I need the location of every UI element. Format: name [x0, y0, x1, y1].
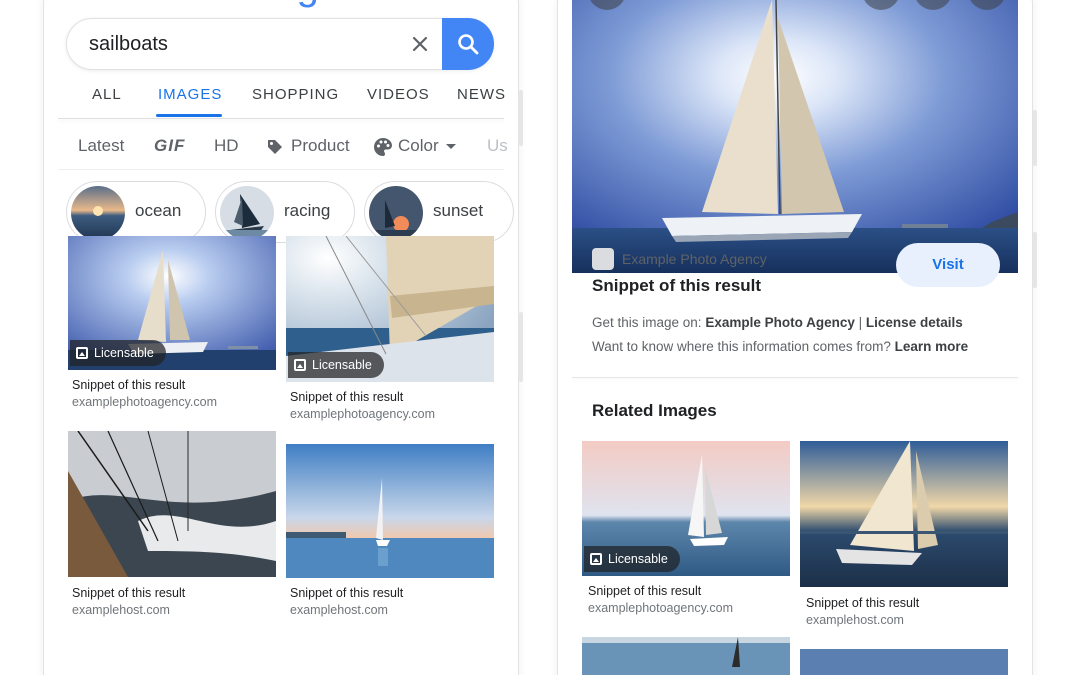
chip-label: racing: [284, 201, 331, 220]
result-site[interactable]: examplephotoagency.com: [290, 407, 435, 421]
result-snippet[interactable]: Snippet of this result: [592, 276, 761, 296]
related-image[interactable]: [582, 637, 790, 675]
screenshot-stage: Google sailboats ALL IMAGES SHOPPING: [0, 0, 1080, 675]
related-title[interactable]: Snippet of this result: [588, 584, 701, 598]
logo-letter: e: [326, 0, 347, 6]
right-phone: Example Photo Agency Snippet of this res…: [558, 0, 1032, 675]
tab-images[interactable]: IMAGES: [158, 86, 222, 103]
get-prefix: Get this image on:: [592, 315, 702, 330]
logo-letter: g: [297, 0, 319, 6]
chip-label: ocean: [135, 201, 182, 220]
badge-label: Licensable: [608, 552, 668, 566]
image-icon: [294, 359, 306, 371]
chevron-down-icon: [446, 144, 456, 149]
logo-letter: l: [318, 0, 327, 6]
search-icon: [458, 34, 479, 55]
related-site[interactable]: examplehost.com: [806, 613, 904, 627]
source-name[interactable]: Example Photo Agency: [622, 251, 767, 267]
google-logo[interactable]: Google: [224, 0, 347, 20]
chip-ocean[interactable]: ocean: [66, 181, 206, 243]
left-phone: Google sailboats ALL IMAGES SHOPPING: [44, 0, 518, 675]
related-image[interactable]: [800, 649, 1008, 675]
result-site[interactable]: examplehost.com: [72, 603, 170, 617]
chip-thumbnail: [71, 186, 125, 240]
tab-news[interactable]: NEWS: [457, 86, 506, 103]
filters-divider: [58, 169, 504, 170]
result-title[interactable]: Snippet of this result: [290, 390, 403, 404]
search-tabs: ALL IMAGES SHOPPING VIDEOS NEWS: [44, 80, 518, 120]
filter-color[interactable]: Color: [398, 136, 439, 156]
related-image[interactable]: [800, 441, 1008, 587]
result-image[interactable]: Licensable: [286, 236, 494, 382]
chip-thumbnail: [220, 186, 274, 240]
filter-bar: Latest GIF HD Product Color Us: [44, 132, 518, 162]
get-source-link[interactable]: Example Photo Agency: [705, 315, 855, 330]
tabs-divider: [58, 118, 504, 119]
logo-letter: o: [254, 0, 276, 6]
filter-usage[interactable]: Us: [487, 136, 508, 156]
badge-label: Licensable: [94, 346, 154, 360]
separator: |: [858, 315, 863, 330]
related-image[interactable]: Licensable: [582, 441, 790, 576]
filter-latest[interactable]: Latest: [78, 136, 124, 156]
search-box[interactable]: sailboats: [66, 18, 494, 70]
visit-button[interactable]: Visit: [896, 243, 1000, 287]
phone-side-button: [519, 90, 523, 146]
tab-all[interactable]: ALL: [92, 86, 122, 103]
license-details-link[interactable]: License details: [866, 315, 963, 330]
result-image[interactable]: Licensable: [68, 236, 276, 370]
chip-label: sunset: [433, 201, 484, 220]
related-heading: Related Images: [592, 401, 717, 420]
licensable-badge: Licensable: [70, 340, 166, 366]
phone-side-button: [519, 312, 523, 382]
result-image[interactable]: [286, 444, 494, 578]
result-image[interactable]: [68, 431, 276, 577]
filter-gif[interactable]: GIF: [154, 136, 185, 156]
image-icon: [76, 347, 88, 359]
badge-label: Licensable: [312, 358, 372, 372]
info-source-line: Want to know where this information come…: [592, 339, 968, 354]
result-title[interactable]: Snippet of this result: [72, 378, 185, 392]
active-tab-indicator: [156, 114, 222, 117]
result-title[interactable]: Snippet of this result: [72, 586, 185, 600]
result-site[interactable]: examplehost.com: [290, 603, 388, 617]
logo-letter: G: [224, 0, 255, 6]
palette-icon: [373, 137, 393, 162]
section-divider: [572, 377, 1018, 378]
phone-side-button: [1033, 110, 1037, 166]
logo-letter: o: [275, 0, 297, 6]
image-icon: [590, 553, 602, 565]
tag-icon: [266, 138, 284, 161]
phone-side-button: [1033, 232, 1037, 288]
related-title[interactable]: Snippet of this result: [806, 596, 919, 610]
result-title[interactable]: Snippet of this result: [290, 586, 403, 600]
chip-thumbnail: [369, 186, 423, 240]
licensable-badge: Licensable: [288, 352, 384, 378]
chip-sunset[interactable]: sunset: [364, 181, 514, 243]
chip-racing[interactable]: racing: [215, 181, 355, 243]
want-text: Want to know where this information come…: [592, 339, 891, 354]
result-site[interactable]: examplephotoagency.com: [72, 395, 217, 409]
related-site[interactable]: examplephotoagency.com: [588, 601, 733, 615]
preview-image[interactable]: [572, 0, 1018, 273]
licensable-badge: Licensable: [584, 546, 680, 572]
image-source-line: Get this image on: Example Photo Agency …: [592, 315, 963, 330]
tab-videos[interactable]: VIDEOS: [367, 86, 430, 103]
source-favicon: [592, 248, 614, 270]
tab-shopping[interactable]: SHOPPING: [252, 86, 339, 103]
close-icon[interactable]: [407, 31, 433, 57]
filter-hd[interactable]: HD: [214, 136, 239, 156]
learn-more-link[interactable]: Learn more: [895, 339, 969, 354]
search-button[interactable]: [442, 18, 494, 70]
search-input[interactable]: sailboats: [89, 33, 168, 56]
filter-product[interactable]: Product: [291, 136, 350, 156]
